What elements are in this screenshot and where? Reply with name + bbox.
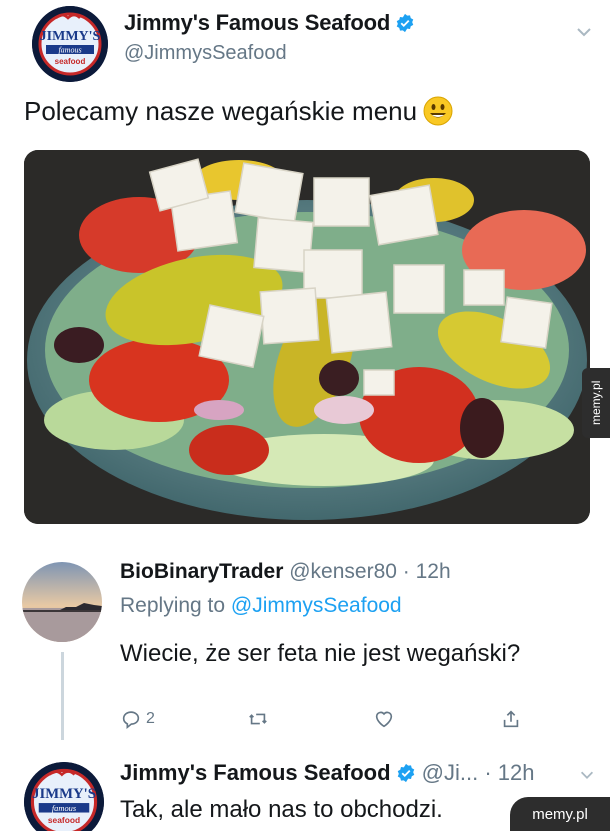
avatar[interactable]: JIMMY'S famous seafood	[32, 6, 108, 82]
svg-text:famous: famous	[52, 803, 77, 813]
watermark-bottom: memy.pl	[510, 797, 610, 831]
salad-photo-image	[24, 150, 590, 524]
chevron-down-icon[interactable]	[578, 766, 596, 784]
reply-count: 2	[146, 710, 155, 727]
reply2-author-line: Jimmy's Famous Seafood @Ji... · 12h	[120, 760, 534, 786]
avatar[interactable]: JIMMY'S famous seafood	[24, 762, 104, 831]
reply-tweet: BioBinaryTrader @kenser80 · 12h Replying…	[0, 548, 610, 766]
reply2-text: Tak, ale mało nas to obchodzi.	[120, 796, 443, 823]
author-name-text: Jimmy's Famous Seafood	[124, 10, 391, 35]
verified-badge-icon	[397, 763, 414, 783]
replying-prefix: Replying to	[120, 594, 226, 617]
share-button[interactable]	[500, 708, 522, 730]
heart-icon	[375, 711, 393, 728]
tweet-actions: 2	[120, 708, 540, 736]
jimmys-logo-icon: JIMMY'S famous seafood	[32, 6, 108, 82]
share-icon	[503, 710, 519, 728]
svg-text:famous: famous	[58, 46, 81, 55]
reply-author-name[interactable]: BioBinaryTrader	[120, 560, 283, 583]
reply-button[interactable]: 2	[120, 708, 155, 730]
reply-text: Wiecie, że ser feta nie jest wegański?	[120, 640, 521, 667]
tweet-text: Polecamy nasze wegańskie menu	[24, 96, 453, 127]
like-button[interactable]	[372, 708, 396, 730]
watermark-side: memy.pl	[582, 368, 610, 438]
verified-badge-icon	[396, 13, 414, 33]
author-handle[interactable]: @JimmysSeafood	[124, 42, 287, 65]
chevron-down-icon[interactable]	[574, 22, 594, 42]
sunset-avatar-icon	[22, 562, 102, 642]
svg-text:JIMMY'S: JIMMY'S	[40, 29, 101, 44]
reply-author-line: BioBinaryTrader @kenser80 · 12h	[120, 560, 451, 584]
replying-to-link[interactable]: @JimmysSeafood	[231, 594, 402, 617]
tweet-text-content: Polecamy nasze wegańskie menu	[24, 96, 418, 126]
tweet-header: JIMMY'S famous seafood Jimmy's Famous Se…	[0, 0, 610, 90]
reply2-handle-time[interactable]: @Ji... · 12h	[422, 760, 535, 785]
svg-text:seafood: seafood	[48, 815, 80, 825]
retweet-icon	[249, 713, 267, 725]
svg-text:seafood: seafood	[55, 57, 86, 66]
replying-to: Replying to @JimmysSeafood	[120, 594, 402, 618]
reply2-author-name[interactable]: Jimmy's Famous Seafood	[120, 760, 391, 785]
jimmys-logo-icon: JIMMY'S famous seafood	[24, 762, 104, 831]
avatar[interactable]	[22, 562, 102, 642]
smiley-emoji-icon	[423, 96, 453, 126]
comment-icon	[122, 711, 140, 729]
reply-handle-time[interactable]: @kenser80 · 12h	[289, 560, 450, 583]
author-name[interactable]: Jimmy's Famous Seafood	[124, 10, 415, 36]
svg-text:JIMMY'S: JIMMY'S	[32, 786, 96, 802]
retweet-button[interactable]	[246, 708, 270, 730]
tweet-photo[interactable]	[24, 150, 590, 524]
